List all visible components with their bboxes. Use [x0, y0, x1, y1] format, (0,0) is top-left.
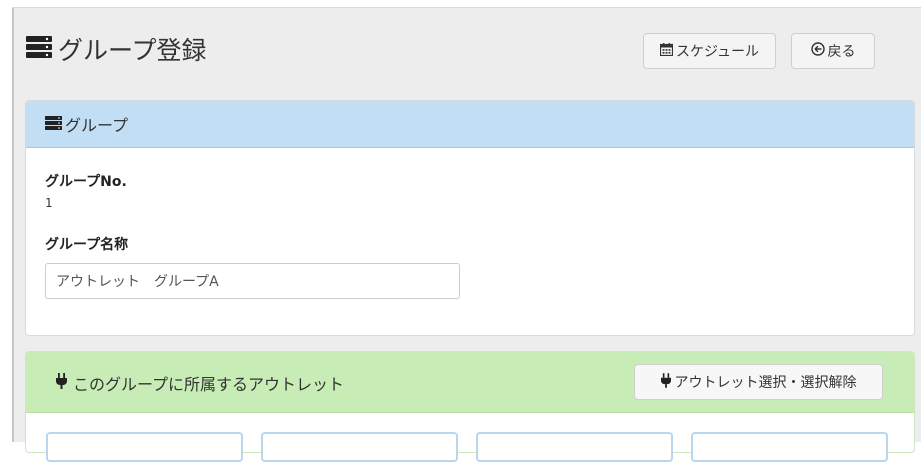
window-top-border: [12, 7, 921, 8]
back-button[interactable]: 戻る: [791, 33, 875, 69]
window-left-border: [12, 7, 14, 442]
plug-icon: [56, 372, 73, 393]
schedule-button-label: スケジュール: [675, 44, 760, 60]
group-name-label: グループ名称: [45, 237, 129, 253]
outlet-tile[interactable]: [261, 432, 458, 462]
group-card: グループ グループNo. 1 グループ名称 アウトレット グループA: [25, 100, 915, 336]
circle-arrow-left-icon: [810, 42, 828, 60]
group-card-header: グループ: [26, 101, 914, 148]
group-name-input-value: アウトレット グループA: [56, 274, 219, 290]
server-icon: [45, 115, 65, 134]
outlet-card-header: このグループに所属するアウトレット アウトレット選択・選択解除: [26, 352, 914, 413]
server-icon: [26, 35, 52, 64]
outlet-tile[interactable]: [691, 432, 888, 462]
plug-icon: [660, 372, 675, 392]
outlet-select-button-label: アウトレット選択・選択解除: [674, 375, 857, 391]
group-number-label: グループNo.: [45, 174, 127, 190]
outlet-tile[interactable]: [476, 432, 673, 462]
group-name-input[interactable]: アウトレット グループA: [45, 263, 460, 299]
schedule-button[interactable]: スケジュール: [643, 33, 776, 69]
outlet-select-button[interactable]: アウトレット選択・選択解除: [634, 364, 883, 400]
page-title: グループ登録: [26, 29, 207, 69]
group-number-value: 1: [45, 196, 53, 210]
outlet-card-title: このグループに所属するアウトレット: [56, 352, 344, 413]
group-card-title: グループ: [65, 116, 129, 135]
back-button-label: 戻る: [827, 44, 856, 60]
calendar-icon: [659, 42, 676, 60]
page-title-text: グループ登録: [58, 36, 207, 65]
outlet-card-title-text: このグループに所属するアウトレット: [73, 374, 345, 394]
outlet-tile[interactable]: [46, 432, 243, 462]
